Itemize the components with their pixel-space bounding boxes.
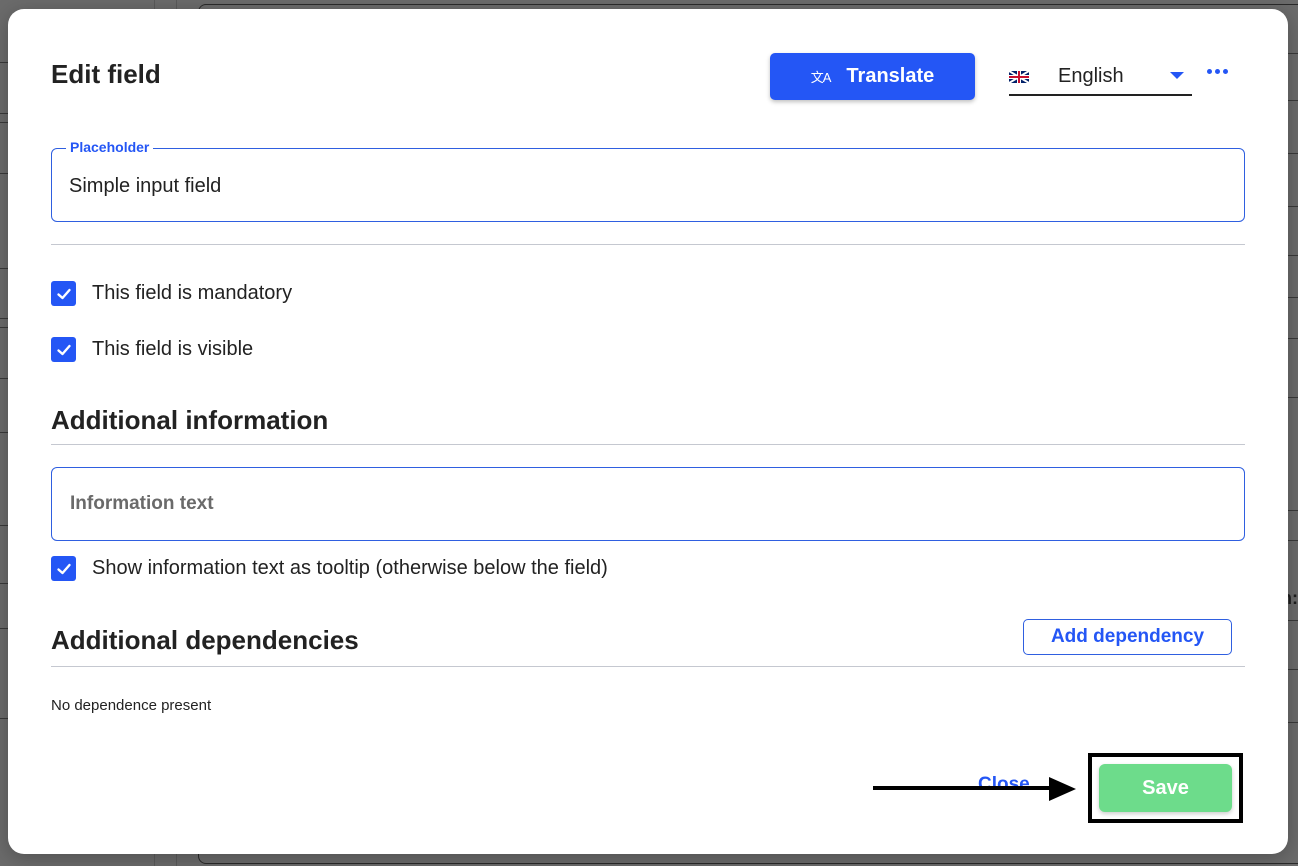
background-divider (0, 318, 8, 319)
background-divider (0, 378, 8, 379)
background-divider (0, 173, 8, 174)
background-divider (1288, 297, 1298, 298)
background-divider (1288, 206, 1298, 207)
divider (51, 666, 1245, 667)
background-divider (0, 432, 8, 433)
information-text-field[interactable] (51, 467, 1245, 541)
background-divider (0, 62, 8, 63)
visible-checkbox-label: This field is visible (92, 338, 254, 360)
background-divider (1288, 510, 1298, 511)
background-divider (0, 628, 8, 629)
language-select[interactable]: English (1009, 59, 1192, 96)
background-divider (1288, 397, 1298, 398)
close-button[interactable]: Close (978, 774, 1030, 796)
background-divider (1288, 669, 1298, 670)
background-divider (0, 718, 8, 719)
more-horizontal-icon (1207, 69, 1212, 74)
background-divider (1288, 540, 1298, 541)
background-divider (1288, 53, 1298, 54)
edit-field-dialog: Edit field 文A Translate English Placehol… (8, 9, 1288, 854)
background-divider (0, 583, 8, 584)
divider (51, 444, 1245, 445)
placeholder-field[interactable]: Placeholder Simple input field (51, 139, 1245, 222)
checkmark-icon (56, 344, 71, 355)
background-card (198, 854, 1298, 864)
background-divider (0, 327, 8, 328)
save-button[interactable]: Save (1099, 764, 1232, 812)
background-divider (0, 122, 8, 123)
mandatory-checkbox-label: This field is mandatory (92, 282, 293, 304)
tooltip-checkbox-row[interactable]: Show information text as tooltip (otherw… (51, 556, 608, 581)
background-divider (1288, 722, 1298, 723)
add-dependency-button[interactable]: Add dependency (1023, 619, 1232, 655)
background-divider (1288, 100, 1298, 101)
tooltip-checkbox[interactable] (51, 556, 76, 581)
caret-down-icon (1170, 72, 1184, 79)
background-divider (1288, 255, 1298, 256)
more-options-button[interactable] (1207, 69, 1228, 74)
background-divider (1288, 338, 1298, 339)
uk-flag-icon (1009, 70, 1029, 83)
translate-icon: 文A (810, 70, 832, 85)
tooltip-checkbox-label: Show information text as tooltip (otherw… (92, 557, 608, 579)
translate-button-label: Translate (846, 65, 935, 87)
language-select-value: English (1058, 65, 1124, 87)
visible-checkbox[interactable] (51, 337, 76, 362)
placeholder-field-value: Simple input field (69, 175, 222, 197)
checkmark-icon (56, 563, 71, 574)
background-divider (1288, 153, 1298, 154)
background-divider (0, 525, 8, 526)
annotation-arrow-head (1049, 777, 1076, 801)
placeholder-field-label: Placeholder (66, 139, 154, 155)
mandatory-checkbox-row[interactable]: This field is mandatory (51, 281, 292, 306)
divider (51, 244, 1245, 245)
visible-checkbox-row[interactable]: This field is visible (51, 337, 253, 362)
annotation-arrow (873, 786, 1053, 790)
background-divider (0, 113, 8, 114)
background-divider (0, 268, 8, 269)
additional-dependencies-heading: Additional dependencies (51, 625, 359, 655)
background-divider (1288, 620, 1298, 621)
information-text-input[interactable] (52, 468, 1244, 540)
additional-information-heading: Additional information (51, 405, 329, 435)
mandatory-checkbox[interactable] (51, 281, 76, 306)
checkmark-icon (56, 288, 71, 299)
translate-button[interactable]: 文A Translate (770, 53, 975, 100)
dialog-title: Edit field (51, 59, 161, 89)
no-dependencies-text: No dependence present (51, 697, 212, 714)
